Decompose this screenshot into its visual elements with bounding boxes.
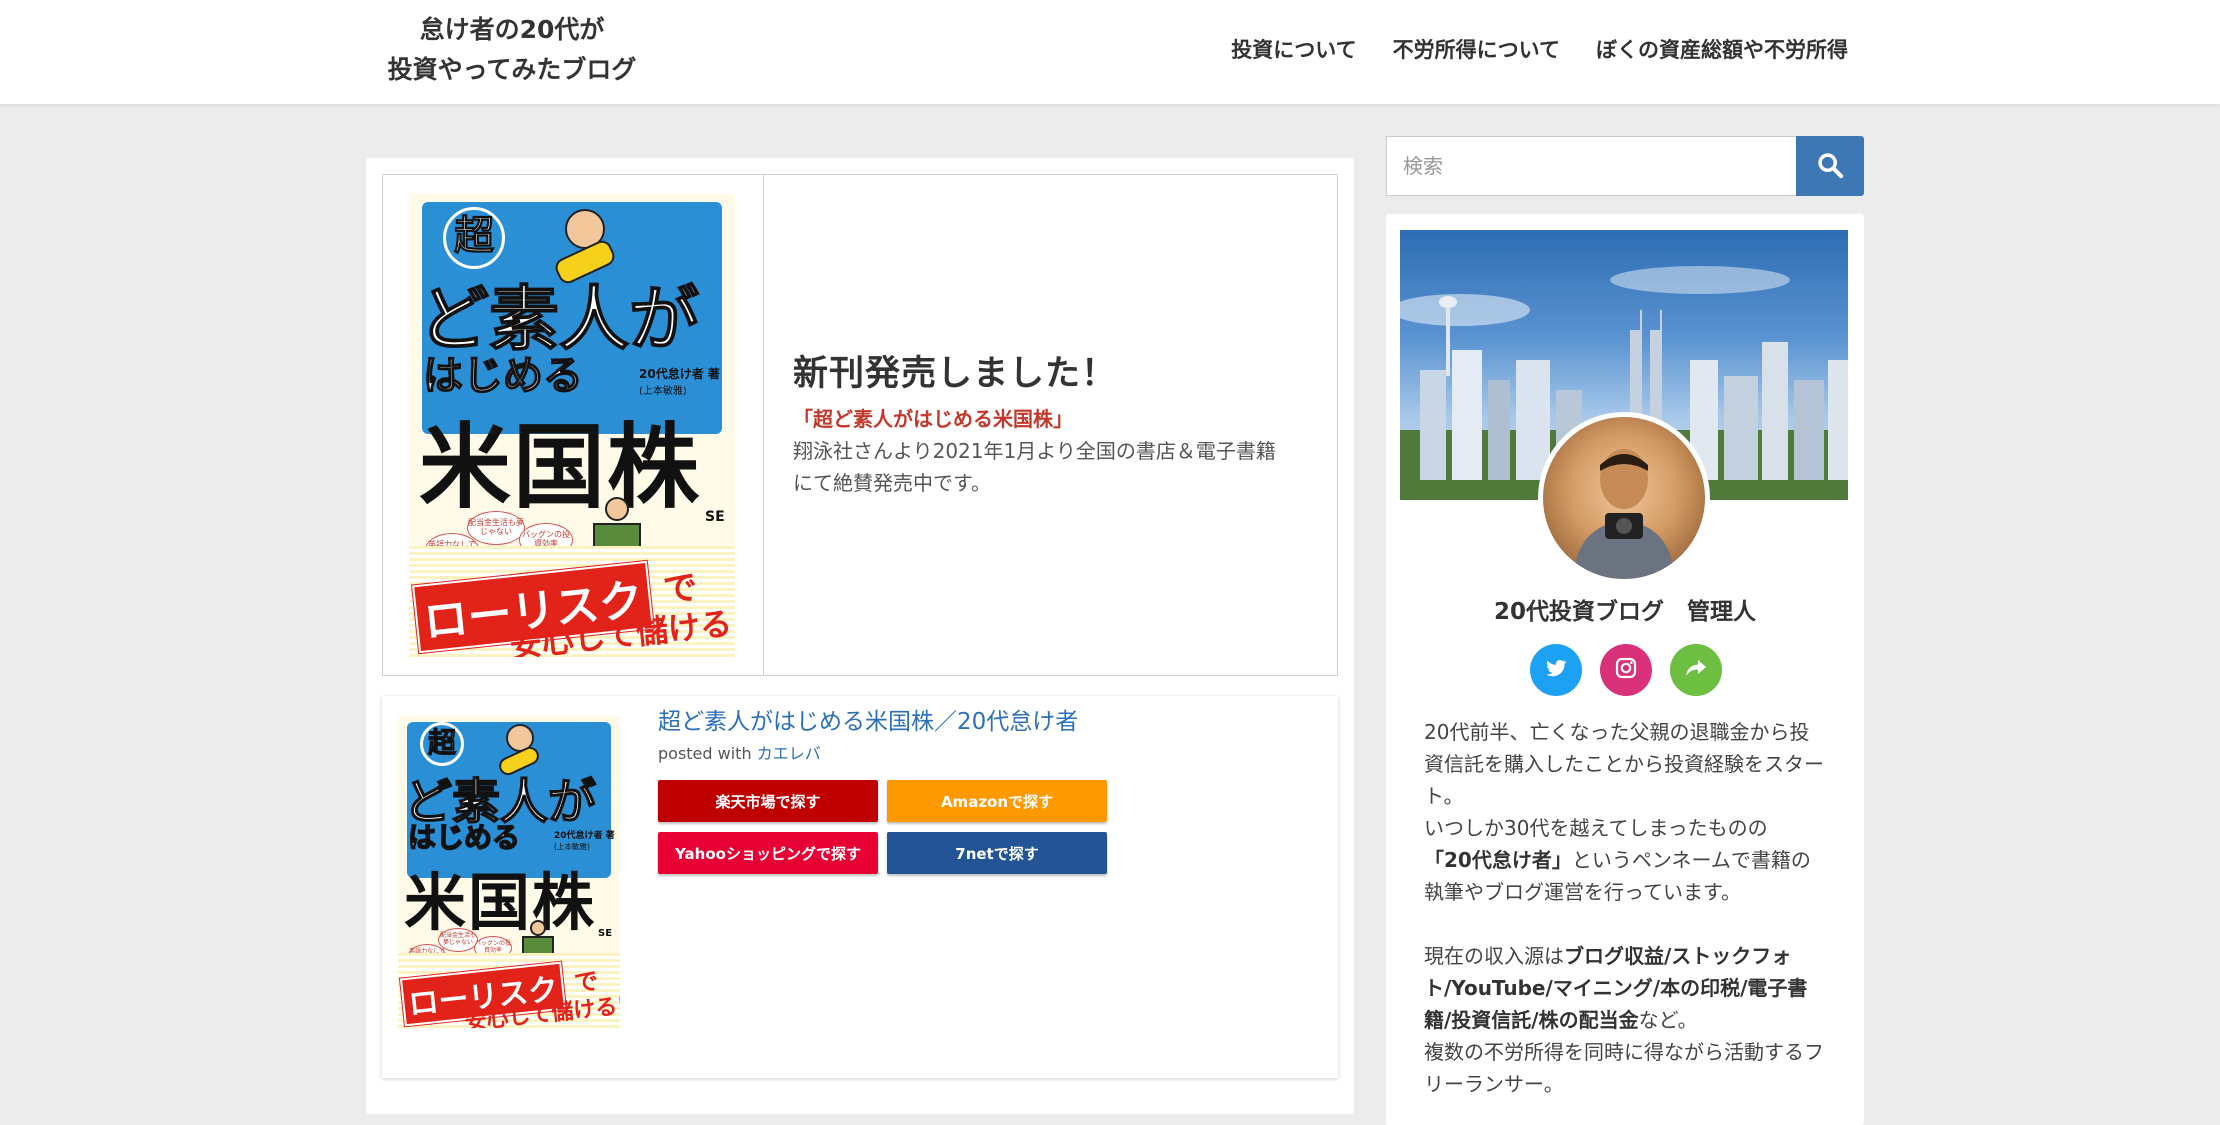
release-divider xyxy=(763,175,764,675)
profile-name: 20代投資ブログ 管理人 xyxy=(1493,599,1756,625)
cover-author-name: 20代怠け者 xyxy=(554,831,603,841)
release-text: 新刊発売しました！ 「超ど素人がはじめる米国株」 翔泳社さんより2021年1月よ… xyxy=(793,351,1323,499)
share-button[interactable] xyxy=(1670,644,1722,696)
bio-pen-name: 「20代怠け者」 xyxy=(1424,848,1572,872)
site-logo-line1: 怠け者の20代が xyxy=(419,15,605,44)
search-form xyxy=(1386,136,1864,196)
product-title-link[interactable]: 超ど素人がはじめる米国株／20代怠け者 xyxy=(658,704,1278,740)
cover-super-badge: 超 xyxy=(443,207,505,269)
product-card: 超 ど素人が はじめる 20代怠け者 著 (上本敏雅) 米国株 SE 英語力なし… xyxy=(382,696,1338,1078)
cover-supervisor: (上本敏雅) xyxy=(554,842,590,851)
cover-publisher-mark: SE xyxy=(598,928,613,939)
twitter-icon xyxy=(1544,656,1568,684)
instagram-icon xyxy=(1614,656,1638,684)
cover-author-name: 20代怠け者 xyxy=(639,367,704,381)
bio-paragraph-4: 現在の収入源はブログ収益/ストックフォト/YouTube/マイニング/本の印税/… xyxy=(1424,940,1824,1036)
profile-avatar xyxy=(1538,412,1710,584)
bio-income-prefix: 現在の収入源は xyxy=(1424,944,1564,968)
cover-title-kanji: 米国株 xyxy=(419,414,702,521)
share-icon xyxy=(1684,656,1708,684)
release-desc-line1: 翔泳社さんより2021年1月より全国の書店＆電子書籍 xyxy=(793,439,1276,463)
bio-paragraph-3: 「20代怠け者」というペンネームで書籍の執筆やブログ運営を行っています。 xyxy=(1424,844,1824,908)
nav-item-investment[interactable]: 投資について xyxy=(1231,30,1356,70)
cover-small-character xyxy=(530,920,546,936)
site-logo-line2: 投資やってみたブログ xyxy=(387,55,637,84)
book-cover-large[interactable]: 超 ど素人が はじめる 20代怠け者 著 (上本敏雅) 米国株 SE 英語力なし… xyxy=(409,193,735,657)
release-heading: 新刊発売しました！ xyxy=(793,354,1118,394)
instagram-button[interactable] xyxy=(1600,644,1652,696)
profile-bio: 20代前半、亡くなった父親の退職金から投資信託を購入したことから投資経験をスター… xyxy=(1424,716,1824,1100)
profile-widget: 20代投資ブログ 管理人 20代前半、亡くなった父親の退職金から投資信託を購入し… xyxy=(1386,214,1864,1125)
cover-title-line2: はじめる xyxy=(407,820,521,855)
book-cover-small[interactable]: 超 ど素人が はじめる 20代怠け者 著 (上本敏雅) 米国株 SE 英語力なし… xyxy=(398,716,620,1028)
bio-paragraph-5: 複数の不労所得を同時に得ながら活動するフリーランサー。 xyxy=(1424,1040,1824,1096)
new-release-box: 超 ど素人が はじめる 20代怠け者 著 (上本敏雅) 米国株 SE 英語力なし… xyxy=(382,174,1338,676)
twitter-button[interactable] xyxy=(1530,644,1582,696)
cover-author-suffix: 著 xyxy=(707,367,720,381)
bio-income-suffix: など。 xyxy=(1638,1008,1698,1032)
release-book-title: 「超ど素人がはじめる米国株」 xyxy=(793,407,1073,431)
search-icon xyxy=(1816,151,1844,182)
nav-item-passive-income[interactable]: 不労所得について xyxy=(1393,30,1560,70)
cover-bubble-2: 配当金生活も夢じゃない xyxy=(467,511,525,545)
yahoo-shopping-button[interactable]: Yahooショッピングで探す xyxy=(658,832,878,874)
nav-item-assets[interactable]: ぼくの資産総額や不労所得 xyxy=(1596,30,1848,70)
cover-small-character xyxy=(605,497,629,521)
product-posted-with: posted with カエレバ xyxy=(658,740,1278,768)
cover-super-badge: 超 xyxy=(420,722,464,766)
sns-buttons xyxy=(1530,644,1722,696)
site-logo[interactable]: 怠け者の20代が 投資やってみたブログ xyxy=(372,10,652,90)
release-description: 翔泳社さんより2021年1月より全国の書店＆電子書籍 にて絶賛発売中です。 xyxy=(793,435,1323,499)
product-info: 超ど素人がはじめる米国株／20代怠け者 posted with カエレバ 楽天市… xyxy=(658,704,1278,874)
shop-buttons: 楽天市場で探す Amazonで探す Yahooショッピングで探す 7netで探す xyxy=(658,780,1278,874)
search-input[interactable] xyxy=(1386,136,1798,196)
7net-button[interactable]: 7netで探す xyxy=(887,832,1107,874)
main-content: 超 ど素人が はじめる 20代怠け者 著 (上本敏雅) 米国株 SE 英語力なし… xyxy=(366,158,1354,1114)
bio-spacer xyxy=(1424,908,1824,940)
cover-publisher-mark: SE xyxy=(705,509,725,525)
cover-author: 20代怠け者 著 (上本敏雅) xyxy=(554,828,615,852)
site-header: 怠け者の20代が 投資やってみたブログ 投資について 不労所得について ぼくの資… xyxy=(0,0,2220,104)
cover-author-suffix: 著 xyxy=(605,831,615,841)
rakuten-button[interactable]: 楽天市場で探す xyxy=(658,780,878,822)
kaereba-link[interactable]: カエレバ xyxy=(757,744,821,763)
cover-bubble-2: 配当金生活も夢じゃない xyxy=(438,928,478,952)
bio-paragraph-2: いつしか30代を越えてしまったものの xyxy=(1424,816,1768,840)
bio-paragraph-1: 20代前半、亡くなった父親の退職金から投資信託を購入したことから投資経験をスター… xyxy=(1424,720,1824,808)
search-button[interactable] xyxy=(1796,136,1864,196)
amazon-button[interactable]: Amazonで探す xyxy=(887,780,1107,822)
cover-title-kanji: 米国株 xyxy=(404,866,597,939)
posted-with-label: posted with xyxy=(658,744,752,763)
global-nav: 投資について 不労所得について ぼくの資産総額や不労所得 xyxy=(1231,30,1848,70)
release-desc-line2: にて絶賛発売中です。 xyxy=(793,471,991,495)
